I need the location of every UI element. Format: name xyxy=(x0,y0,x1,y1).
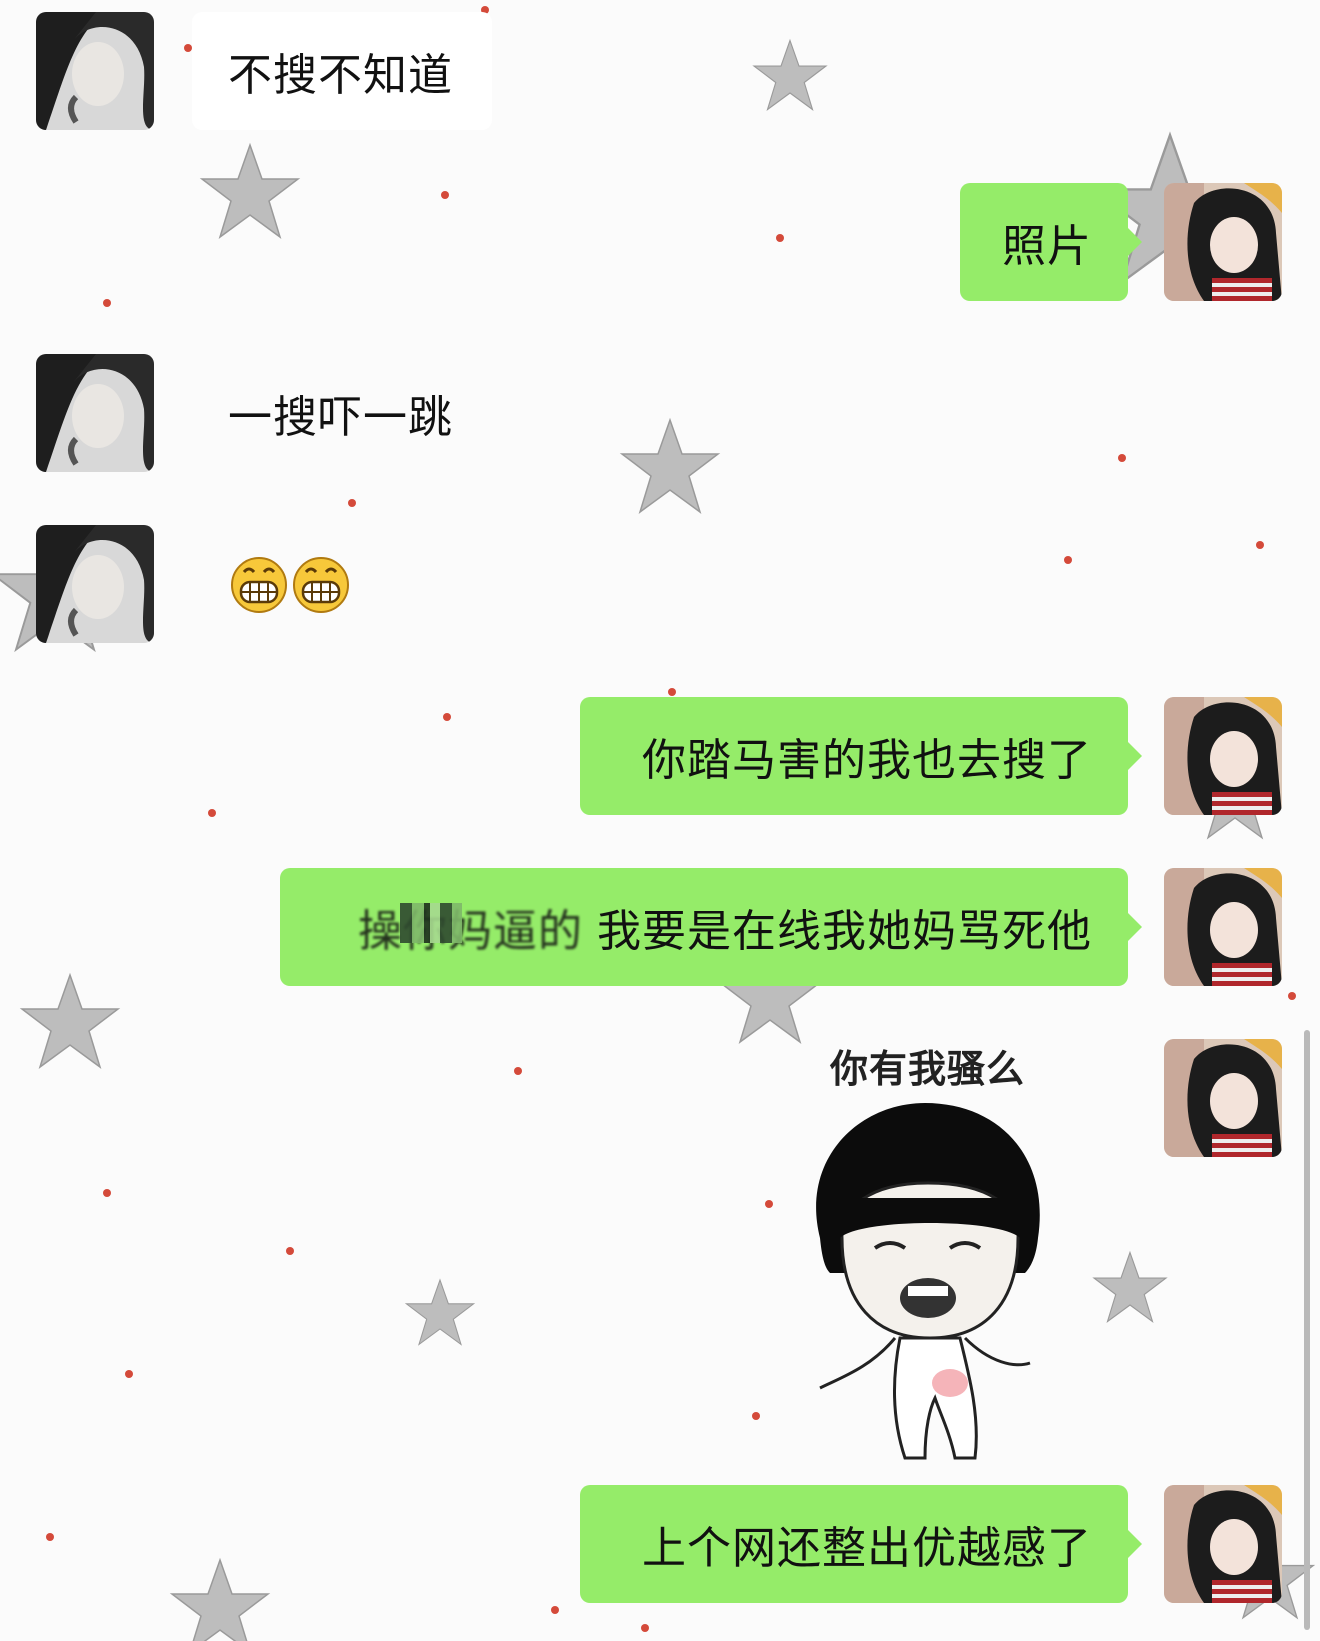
sticker-caption: 你有我骚么 xyxy=(830,1047,1026,1091)
self-avatar[interactable] xyxy=(1164,697,1282,815)
self-avatar[interactable] xyxy=(1164,1039,1282,1157)
message-text: 照片 xyxy=(1002,221,1092,272)
mushroom-head-meme-icon xyxy=(816,1103,1040,1460)
self-avatar[interactable] xyxy=(1164,1485,1282,1603)
censored-text: 操你妈逼的 xyxy=(358,895,583,959)
sticker-message[interactable]: 你有我骚么 xyxy=(800,1038,1100,1460)
outgoing-message-bubble[interactable]: 上个网还整出优越感了 xyxy=(580,1485,1142,1603)
message-text: 你踏马害的我也去搜了 xyxy=(642,735,1092,786)
outgoing-message-bubble[interactable]: 操你妈逼的 我要是在线我她妈骂死他 xyxy=(280,868,1142,986)
outgoing-message-bubble[interactable]: 你踏马害的我也去搜了 xyxy=(580,697,1142,815)
message-text: 我要是在线我她妈骂死他 xyxy=(597,906,1092,957)
mosaic-overlay xyxy=(400,903,462,943)
outgoing-message-bubble[interactable]: 照片 xyxy=(960,183,1142,301)
grin-emoji-icon xyxy=(231,557,287,613)
sender-avatar[interactable] xyxy=(36,354,154,472)
incoming-message-bubble[interactable]: 不搜不知道 xyxy=(192,12,492,130)
self-avatar[interactable] xyxy=(1164,183,1282,301)
scrollbar[interactable] xyxy=(1304,1030,1310,1630)
sender-avatar[interactable] xyxy=(36,525,154,643)
grin-emoji-icon xyxy=(293,557,349,613)
message-text: 一搜吓一跳 xyxy=(228,392,453,443)
message-text: 上个网还整出优越感了 xyxy=(642,1523,1092,1574)
message-text: 不搜不知道 xyxy=(228,50,453,101)
self-avatar[interactable] xyxy=(1164,868,1282,986)
sender-avatar[interactable] xyxy=(36,12,154,130)
emoji-message[interactable] xyxy=(230,556,350,614)
incoming-message-bubble[interactable]: 一搜吓一跳 xyxy=(192,354,492,472)
